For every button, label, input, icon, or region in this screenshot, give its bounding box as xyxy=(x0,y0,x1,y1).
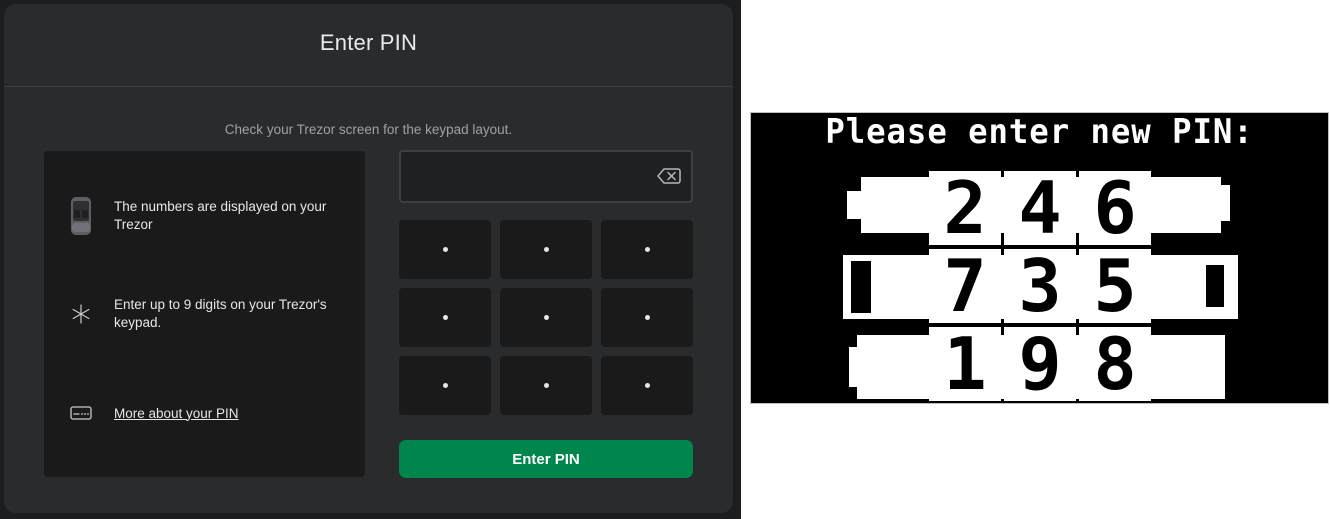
key-dot-icon xyxy=(442,315,448,320)
keypad-key-5[interactable] xyxy=(500,288,592,347)
key-dot-icon xyxy=(644,315,650,320)
trezor-device-icon xyxy=(68,196,94,236)
key-dot-icon xyxy=(543,315,549,320)
info-row-enter-digits: Enter up to 9 digits on your Trezor's ke… xyxy=(68,294,345,334)
keypad-key-8[interactable] xyxy=(500,356,592,415)
key-dot-icon xyxy=(644,247,650,252)
more-about-pin-link[interactable]: More about your PIN xyxy=(114,406,239,421)
keyboard-icon xyxy=(68,393,94,433)
keypad-key-2[interactable] xyxy=(500,220,592,279)
key-dot-icon xyxy=(442,247,448,252)
device-digit: 8 xyxy=(1079,327,1151,401)
keypad-key-3[interactable] xyxy=(601,220,693,279)
key-dot-icon xyxy=(543,383,549,388)
key-dot-icon xyxy=(644,383,650,388)
pin-info-panel: The numbers are displayed on your Trezor… xyxy=(44,151,365,477)
device-digit: 4 xyxy=(1004,171,1076,245)
device-digit: 7 xyxy=(929,249,1001,323)
device-digit: 2 xyxy=(929,171,1001,245)
pin-input-field[interactable] xyxy=(399,150,693,203)
trezor-device-screen: Please enter new PIN: 2 4 6 7 3 5 1 9 8 xyxy=(750,112,1329,404)
key-dot-icon xyxy=(543,247,549,252)
modal-title: Enter PIN xyxy=(319,30,418,55)
modal-header: Enter PIN xyxy=(4,4,733,87)
key-dot-icon xyxy=(442,383,448,388)
enter-pin-button[interactable]: Enter PIN xyxy=(399,440,693,478)
info-text-numbers-displayed: The numbers are displayed on your Trezor xyxy=(114,199,327,232)
pin-keypad xyxy=(399,220,693,415)
keypad-key-6[interactable] xyxy=(601,288,693,347)
device-digit: 1 xyxy=(929,327,1001,401)
backspace-icon[interactable] xyxy=(657,167,681,185)
keypad-key-4[interactable] xyxy=(399,288,491,347)
device-digit-grid: 2 4 6 7 3 5 1 9 8 xyxy=(929,171,1151,403)
keypad-instruction: Check your Trezor screen for the keypad … xyxy=(224,122,513,137)
device-digit: 5 xyxy=(1079,249,1151,323)
asterisk-icon xyxy=(68,294,94,334)
device-digit: 9 xyxy=(1004,327,1076,401)
device-digit: 6 xyxy=(1079,171,1151,245)
info-row-more-about-pin: More about your PIN xyxy=(68,393,345,433)
enter-pin-modal: Enter PIN Check your Trezor screen for t… xyxy=(4,4,733,513)
device-prompt: Please enter new PIN: xyxy=(825,112,1254,152)
keypad-key-7[interactable] xyxy=(399,356,491,415)
device-digit: 3 xyxy=(1004,249,1076,323)
info-row-numbers-displayed: The numbers are displayed on your Trezor xyxy=(68,196,345,236)
info-text-enter-digits: Enter up to 9 digits on your Trezor's ke… xyxy=(114,297,327,330)
keypad-key-9[interactable] xyxy=(601,356,693,415)
keypad-key-1[interactable] xyxy=(399,220,491,279)
